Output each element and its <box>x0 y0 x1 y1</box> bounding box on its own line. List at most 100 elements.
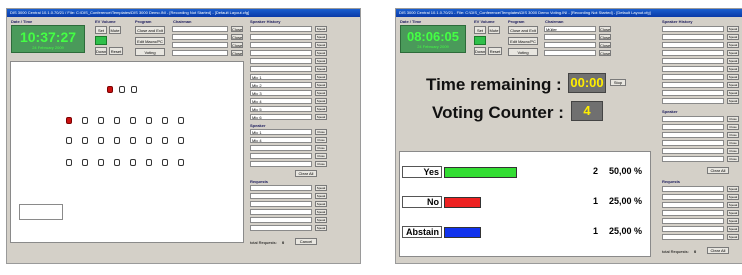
chairman-close-3[interactable]: Close <box>599 42 611 48</box>
seat-icon[interactable] <box>114 137 120 144</box>
chairman-field-2[interactable] <box>544 34 596 40</box>
chairman-field-3[interactable] <box>544 42 596 48</box>
clear-all-button[interactable]: Clear All <box>295 170 317 177</box>
seat-icon[interactable] <box>146 159 152 166</box>
seat-icon[interactable] <box>107 86 113 93</box>
vote-option-label: Yes <box>402 166 442 178</box>
chairman-field-4[interactable] <box>172 50 228 56</box>
vote-count: 2 <box>593 166 599 176</box>
seat-icon[interactable] <box>130 159 136 166</box>
chairman-close-1[interactable]: Close <box>231 26 243 32</box>
voting-button[interactable]: Voting <box>135 48 165 56</box>
program-label: Program <box>508 19 525 24</box>
chairman-field-4[interactable] <box>544 50 596 56</box>
clock-time: 10:37:27 <box>19 28 77 45</box>
seat-icon[interactable] <box>178 117 184 124</box>
speaker-label: Speaker <box>662 109 678 114</box>
edit-macro-button[interactable]: Edit Macro/PC <box>508 37 538 45</box>
seat-icon[interactable] <box>98 137 104 144</box>
ev-volume-label: EV Volume <box>474 19 495 24</box>
seat-icon[interactable] <box>66 137 72 144</box>
speaker-history-label: Speaker History <box>250 19 281 24</box>
cancel-all-button[interactable]: Clear All <box>707 247 729 254</box>
chairman-field-1[interactable]: Müller <box>544 26 596 32</box>
voting-results-panel: Yes 2 50,00 % No 1 25,00 % Abstain 1 25,00 % <box>399 151 651 257</box>
seat-icon[interactable] <box>162 159 168 166</box>
seat-icon[interactable] <box>130 137 136 144</box>
requests-label: Requests <box>250 179 269 184</box>
chairman-label: Chairman <box>545 19 564 24</box>
vote-percent: 50,00 % <box>609 166 643 176</box>
vote-result-bar <box>444 197 481 208</box>
ev-down-button[interactable]: Down <box>95 47 107 55</box>
chairman-close-3[interactable]: Close <box>231 42 243 48</box>
clock-date: 24 February 2009 <box>417 44 449 49</box>
total-requests-label: total Requests: <box>662 249 689 254</box>
close-and-exit-button[interactable]: Close and Exit <box>135 26 165 34</box>
total-requests-value: 0 <box>694 249 697 254</box>
seat-icon[interactable] <box>119 86 125 93</box>
window-title: DIS 3000 Central 10.1.0.70/21 / File: C:… <box>7 9 360 17</box>
seat-icon[interactable] <box>162 137 168 144</box>
seat-icon[interactable] <box>162 117 168 124</box>
chairman-close-4[interactable]: Close <box>599 50 611 56</box>
seat-icon[interactable] <box>66 117 72 124</box>
timer-stop-button[interactable]: Stop <box>610 79 626 86</box>
ev-mute-button[interactable]: Mute <box>109 26 121 34</box>
seat-icon[interactable] <box>66 159 72 166</box>
date-time-label: Date / Time <box>400 19 422 24</box>
ev-mute-button[interactable]: Mute <box>488 26 500 34</box>
chairman-close-1[interactable]: Close <box>599 26 611 32</box>
chairman-field-3[interactable] <box>172 42 228 48</box>
vote-count: 1 <box>593 226 599 236</box>
seat-icon[interactable] <box>82 159 88 166</box>
ev-set-button[interactable]: Set <box>474 26 486 34</box>
clock-display: 10:37:27 24 February 2009 <box>11 25 85 53</box>
seat-icon[interactable] <box>82 137 88 144</box>
edit-macro-button[interactable]: Edit Macro/PC <box>135 37 165 45</box>
ev-down-button[interactable]: Down <box>474 47 486 55</box>
seat-icon[interactable] <box>131 86 137 93</box>
ev-reset-button[interactable]: Reset <box>488 47 502 55</box>
time-remaining-label: Time remaining : <box>426 75 562 94</box>
speaker-history-label: Speaker History <box>662 19 693 24</box>
requests-label: Requests <box>662 179 681 184</box>
vote-percent: 25,00 % <box>609 226 643 236</box>
chairman-field-2[interactable] <box>172 34 228 40</box>
vote-percent: 25,00 % <box>609 196 643 206</box>
seat-icon[interactable] <box>178 137 184 144</box>
chairman-close-4[interactable]: Close <box>231 50 243 56</box>
conference-window-seat-plan: DIS 3000 Central 10.1.0.70/21 / File: C:… <box>6 8 361 264</box>
seat-icon[interactable] <box>98 117 104 124</box>
conference-window-voting: DIS 3000 Central 10.1.0.70/21 - File: C:… <box>395 8 742 264</box>
message-box[interactable] <box>19 204 63 220</box>
clear-all-button[interactable]: Clear All <box>707 167 729 174</box>
voting-button[interactable]: Voting <box>508 48 538 56</box>
chairman-field-1[interactable] <box>172 26 228 32</box>
chairman-label: Chairman <box>173 19 192 24</box>
ev-set-button[interactable]: Set <box>95 26 107 34</box>
seat-icon[interactable] <box>130 117 136 124</box>
vote-result-bar <box>444 227 481 238</box>
vote-option-label: No <box>402 196 442 208</box>
seat-icon[interactable] <box>146 117 152 124</box>
clock-time: 08:06:05 <box>406 29 460 44</box>
ev-level-indicator <box>95 36 107 45</box>
date-time-label: Date / Time <box>11 19 33 24</box>
seat-icon[interactable] <box>98 159 104 166</box>
clock-date: 24 February 2009 <box>32 44 64 50</box>
vote-result-bar <box>444 167 517 178</box>
seat-icon[interactable] <box>114 117 120 124</box>
cancel-all-button[interactable]: Cancel <box>295 238 317 245</box>
seat-plan-panel <box>10 61 244 243</box>
seat-icon[interactable] <box>114 159 120 166</box>
ev-reset-button[interactable]: Reset <box>109 47 123 55</box>
speaker-label: Speaker <box>250 123 266 128</box>
close-and-exit-button[interactable]: Close and Exit <box>508 26 538 34</box>
seat-icon[interactable] <box>82 117 88 124</box>
seat-icon[interactable] <box>146 137 152 144</box>
chairman-close-2[interactable]: Close <box>231 34 243 40</box>
ev-level-indicator <box>474 36 486 45</box>
chairman-close-2[interactable]: Close <box>599 34 611 40</box>
seat-icon[interactable] <box>178 159 184 166</box>
